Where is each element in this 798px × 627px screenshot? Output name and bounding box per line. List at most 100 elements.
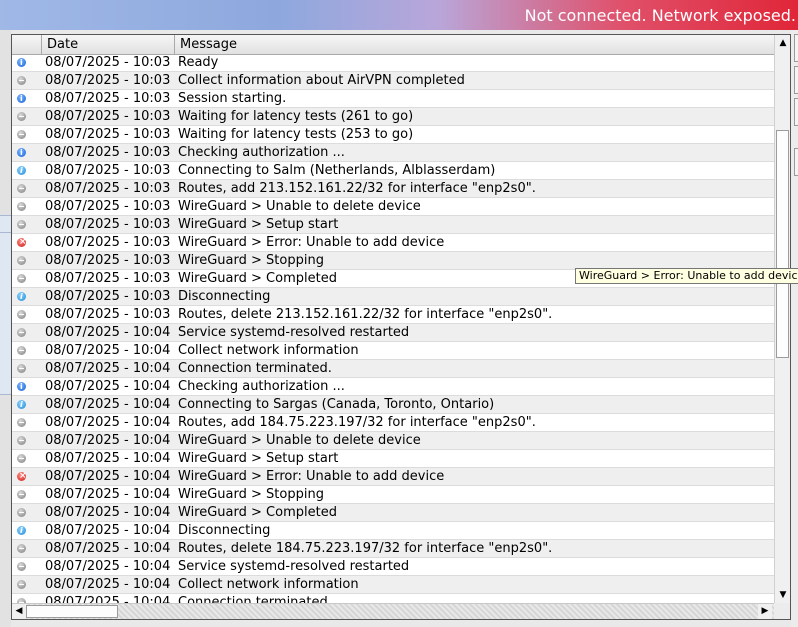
log-date: 08/07/2025 - 10:04 <box>45 379 171 394</box>
log-message: Disconnecting <box>178 523 271 538</box>
log-date: 08/07/2025 - 10:04 <box>45 559 171 574</box>
scroll-left-arrow-icon[interactable]: ◀ <box>12 604 26 619</box>
log-row[interactable]: 08/07/2025 - 10:04 Connection terminated. <box>12 594 774 603</box>
log-message: WireGuard > Completed <box>178 505 337 520</box>
scroll-down-arrow-icon[interactable]: ▼ <box>775 588 790 602</box>
log-row[interactable]: 08/07/2025 - 10:04 Connection terminated. <box>12 360 774 378</box>
verbose-icon <box>17 112 26 121</box>
right-panel-control[interactable] <box>794 66 798 94</box>
log-date: 08/07/2025 - 10:03 <box>45 253 171 268</box>
log-message: WireGuard > Setup start <box>178 451 339 466</box>
log-row[interactable]: 08/07/2025 - 10:04 Service systemd-resolv… <box>12 324 774 342</box>
infoq-icon <box>17 522 26 540</box>
log-row[interactable]: 08/07/2025 - 10:03 WireGuard > Error: Una… <box>12 233 774 252</box>
log-row[interactable]: 08/07/2025 - 10:03 Checking authorization… <box>12 144 774 162</box>
log-row[interactable]: 08/07/2025 - 10:03 Connecting to Salm (Ne… <box>12 162 774 180</box>
log-date: 08/07/2025 - 10:04 <box>45 343 171 358</box>
log-message: WireGuard > Error: Unable to add device <box>178 469 445 484</box>
scroll-right-arrow-icon[interactable]: ▶ <box>758 604 772 619</box>
right-panel-control[interactable] <box>794 98 798 126</box>
log-message: Service systemd-resolved restarted <box>178 559 410 574</box>
log-message: WireGuard > Completed <box>178 271 337 286</box>
log-message: WireGuard > Error: Unable to add device <box>178 235 445 250</box>
log-date: 08/07/2025 - 10:03 <box>45 235 171 250</box>
log-date: 08/07/2025 - 10:03 <box>45 181 171 196</box>
log-message: Service systemd-resolved restarted <box>178 325 410 340</box>
log-date: 08/07/2025 - 10:04 <box>45 523 171 538</box>
log-row[interactable]: 08/07/2025 - 10:03 Ready <box>12 54 774 72</box>
right-panel-control[interactable] <box>794 148 798 176</box>
column-header-message[interactable]: Message <box>175 35 774 54</box>
log-row[interactable]: 08/07/2025 - 10:04 WireGuard > Error: Una… <box>12 467 774 486</box>
log-row[interactable]: 08/07/2025 - 10:04 Disconnecting <box>12 522 774 540</box>
log-row[interactable]: 08/07/2025 - 10:04 Collect network inform… <box>12 342 774 360</box>
column-header-date[interactable]: Date <box>42 35 175 54</box>
log-row[interactable]: 08/07/2025 - 10:04 Service systemd-resolv… <box>12 558 774 576</box>
info-icon <box>17 378 26 396</box>
message-tooltip: WireGuard > Error: Unable to add device <box>575 268 798 284</box>
log-message: Connecting to Sargas (Canada, Toronto, O… <box>178 397 495 412</box>
log-row[interactable]: 08/07/2025 - 10:04 Checking authorization… <box>12 378 774 396</box>
horizontal-scrollbar[interactable]: ◀ ▶ <box>12 603 774 619</box>
verbose-icon <box>17 436 26 445</box>
log-row[interactable]: 08/07/2025 - 10:03 Collect information ab… <box>12 72 774 90</box>
column-header-icon[interactable] <box>12 35 42 54</box>
log-date: 08/07/2025 - 10:04 <box>45 325 171 340</box>
log-row[interactable]: 08/07/2025 - 10:04 Routes, add 184.75.223… <box>12 414 774 432</box>
error-icon <box>17 233 27 251</box>
verbose-icon <box>17 76 26 85</box>
log-row[interactable]: 08/07/2025 - 10:03 Routes, add 213.152.16… <box>12 180 774 198</box>
log-row[interactable]: 08/07/2025 - 10:04 Collect network inform… <box>12 576 774 594</box>
log-message: Session starting. <box>178 91 287 106</box>
log-date: 08/07/2025 - 10:04 <box>45 577 171 592</box>
log-row[interactable]: 08/07/2025 - 10:03 WireGuard > Setup star… <box>12 216 774 234</box>
log-row[interactable]: 08/07/2025 - 10:04 WireGuard > Unable to … <box>12 432 774 450</box>
log-row[interactable]: 08/07/2025 - 10:04 WireGuard > Completed <box>12 504 774 522</box>
log-message: Routes, delete 213.152.161.22/32 for int… <box>178 307 553 322</box>
log-message: Routes, add 184.75.223.197/32 for interf… <box>178 415 536 430</box>
vertical-scroll-thumb[interactable] <box>776 130 789 358</box>
log-message: WireGuard > Unable to delete device <box>178 199 421 214</box>
log-grid[interactable]: Date Message 08/07/2025 - 10:03Ready08/0… <box>11 34 791 620</box>
infoq-icon <box>17 162 26 180</box>
verbose-icon <box>17 184 26 193</box>
log-row[interactable]: 08/07/2025 - 10:04 WireGuard > Setup star… <box>12 450 774 468</box>
scroll-up-arrow-icon[interactable]: ▲ <box>775 36 790 50</box>
log-date: 08/07/2025 - 10:03 <box>45 307 171 322</box>
log-date: 08/07/2025 - 10:04 <box>45 415 171 430</box>
log-row[interactable]: 08/07/2025 - 10:03 Routes, delete 213.152… <box>12 306 774 324</box>
log-row[interactable]: 08/07/2025 - 10:03 Session starting. <box>12 90 774 108</box>
left-panel-selection <box>0 215 11 395</box>
right-panel-control[interactable] <box>794 34 798 62</box>
log-grid-header: Date Message <box>12 35 774 55</box>
log-row[interactable]: 08/07/2025 - 10:03 WireGuard > Unable to … <box>12 198 774 216</box>
right-panel-edge <box>791 30 798 627</box>
log-date: 08/07/2025 - 10:04 <box>45 397 171 412</box>
log-row[interactable]: 08/07/2025 - 10:03 Waiting for latency te… <box>12 126 774 144</box>
vertical-scrollbar[interactable]: ▲ ▼ <box>774 35 790 603</box>
verbose-icon <box>17 202 26 211</box>
log-date: 08/07/2025 - 10:03 <box>45 55 171 70</box>
log-date: 08/07/2025 - 10:04 <box>45 595 171 603</box>
log-message: Disconnecting <box>178 289 271 304</box>
log-date: 08/07/2025 - 10:03 <box>45 271 171 286</box>
log-date: 08/07/2025 - 10:03 <box>45 199 171 214</box>
log-date: 08/07/2025 - 10:03 <box>45 127 171 142</box>
verbose-icon <box>17 364 26 373</box>
verbose-icon <box>17 346 26 355</box>
log-message: WireGuard > Stopping <box>178 487 324 502</box>
log-row[interactable]: 08/07/2025 - 10:04 Connecting to Sargas (… <box>12 396 774 414</box>
log-message: Checking authorization ... <box>178 145 345 160</box>
log-date: 08/07/2025 - 10:03 <box>45 289 171 304</box>
log-row[interactable]: 08/07/2025 - 10:04 WireGuard > Stopping <box>12 486 774 504</box>
log-row[interactable]: 08/07/2025 - 10:03 Waiting for latency te… <box>12 108 774 126</box>
info-icon <box>17 54 26 72</box>
horizontal-scroll-thumb[interactable] <box>26 605 118 618</box>
verbose-icon <box>17 544 26 553</box>
log-message: Routes, delete 184.75.223.197/32 for int… <box>178 541 553 556</box>
log-message: WireGuard > Stopping <box>178 253 324 268</box>
log-rows: 08/07/2025 - 10:03Ready08/07/2025 - 10:0… <box>12 54 774 603</box>
log-row[interactable]: 08/07/2025 - 10:04 Routes, delete 184.75.… <box>12 540 774 558</box>
log-message: Routes, add 213.152.161.22/32 for interf… <box>178 181 536 196</box>
log-row[interactable]: 08/07/2025 - 10:03 Disconnecting <box>12 288 774 306</box>
